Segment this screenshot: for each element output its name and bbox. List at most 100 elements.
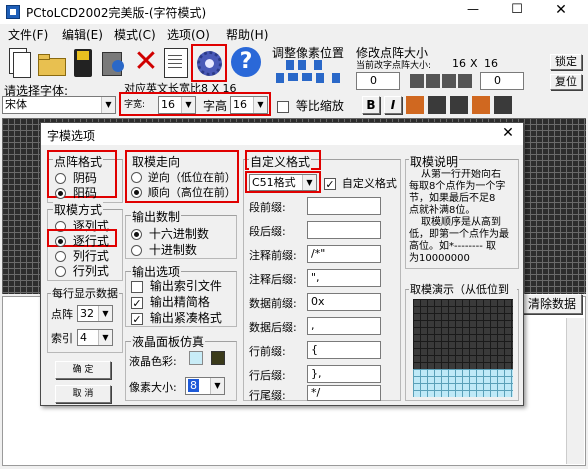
invert-icon[interactable] [494, 96, 512, 114]
bold-button[interactable]: B [362, 96, 380, 114]
height-spin-field[interactable]: 0 [480, 72, 524, 90]
save-icon[interactable] [70, 46, 96, 80]
menu-mode[interactable]: 模式(C) [114, 26, 156, 43]
format-select[interactable]: C51格式 ▼ [249, 174, 317, 191]
close-button[interactable]: ✕ [546, 2, 576, 18]
shift-left-icon[interactable] [288, 73, 298, 81]
reset-button[interactable]: 复位 [550, 74, 582, 90]
check-index-file-box[interactable] [131, 280, 143, 293]
check-tight[interactable]: 输出紧凑格式 [131, 309, 222, 326]
proportional-check[interactable] [277, 100, 289, 113]
field-input[interactable]: 0x [307, 293, 381, 311]
shift-right-icon[interactable] [302, 73, 312, 81]
field-input[interactable] [307, 197, 381, 215]
field-input[interactable]: ", [307, 269, 381, 287]
field-input[interactable]: , [307, 317, 381, 335]
open-folder-icon[interactable] [36, 46, 68, 80]
field-input[interactable] [307, 221, 381, 239]
direction-title: 取模走向 [131, 153, 182, 170]
radio-row-col[interactable]: 行列式 [55, 262, 109, 279]
chevron-down-icon: ▼ [210, 378, 224, 394]
radio-forward-dot[interactable] [131, 187, 142, 198]
new-file-icon[interactable] [4, 46, 34, 80]
radio-dec-dot[interactable] [131, 245, 142, 256]
grow-up-icon[interactable] [442, 74, 456, 88]
field-label: 注释后缀: [249, 273, 297, 286]
flip-icon[interactable] [450, 96, 468, 114]
radio-hex-dot[interactable] [131, 229, 142, 240]
delete-icon[interactable]: ✕ [132, 47, 160, 78]
field-label: 数据前缀: [249, 297, 297, 310]
rotate-left-icon[interactable] [406, 96, 424, 114]
demo-title: 取模演示（从低位到 [409, 281, 517, 297]
radio-reverse-label: 逆向（低位在前） [147, 171, 236, 184]
radio-dec[interactable]: 十进制数 [131, 241, 197, 258]
index-select[interactable]: 4 ▼ [77, 329, 113, 346]
radio-by-row-dot[interactable] [55, 236, 66, 247]
mirror-icon[interactable] [472, 96, 490, 114]
help-icon[interactable]: ? [231, 47, 261, 77]
ok-button[interactable]: 确 定 [55, 361, 111, 379]
grow-left-icon[interactable] [410, 74, 424, 88]
radio-forward[interactable]: 顺向（高位在前） [131, 184, 236, 200]
proportional-checkbox[interactable]: 等比缩放 [277, 97, 344, 114]
shift-down3-icon[interactable] [332, 73, 340, 83]
rotate-right-icon[interactable] [428, 96, 446, 114]
document-icon[interactable] [164, 48, 188, 78]
radio-positive-dot[interactable] [55, 188, 66, 199]
check-tight-box[interactable] [131, 312, 143, 325]
check-index-file[interactable]: 输出索引文件 [131, 277, 222, 294]
menu-help[interactable]: 帮助(H) [226, 26, 268, 43]
scrollbar[interactable] [566, 318, 584, 464]
pixel-size-select[interactable]: 8 ▼ [185, 377, 225, 395]
clear-data-button[interactable]: 清除数据 [522, 294, 582, 314]
check-compact-box[interactable] [131, 296, 143, 309]
cancel-button[interactable]: 取 消 [55, 385, 111, 403]
radio-positive[interactable]: 阳码 [55, 184, 97, 201]
radio-negative-dot[interactable] [55, 173, 66, 184]
desc-text: 从第一行开始向右 每取8个点作为一个字 节，如果最后不足8 点就补满8位。 取模… [409, 169, 517, 267]
radio-hex[interactable]: 十六进制数 [131, 225, 209, 242]
radio-reverse-dot[interactable] [131, 172, 142, 183]
shift-down-icon[interactable] [276, 73, 284, 83]
minimize-button[interactable]: — [458, 2, 488, 16]
menu-options[interactable]: 选项(O) [167, 26, 210, 43]
field-input[interactable]: /*" [307, 245, 381, 263]
dots-select[interactable]: 32 ▼ [77, 305, 113, 322]
font-select[interactable]: 宋体 ▼ [2, 96, 116, 114]
dialog-options: 字模选项 ✕ 点阵格式 阴码 阳码 取模方式 逐列式 逐行式 列行式 行列式 每… [40, 122, 524, 406]
height-select[interactable]: 16 ▼ [230, 96, 268, 114]
custom-format-check-box[interactable] [324, 177, 336, 190]
demo-grid-dark [413, 299, 513, 369]
width-spin-field[interactable]: 0 [356, 72, 400, 90]
field-input[interactable]: { [307, 341, 381, 359]
shift-down2-icon[interactable] [316, 73, 324, 83]
radio-reverse[interactable]: 逆向（低位在前） [131, 169, 236, 185]
shift-up3-icon[interactable] [314, 60, 322, 70]
dialog-close-button[interactable]: ✕ [497, 125, 519, 141]
custom-format-check[interactable]: 自定义格式 [324, 175, 397, 191]
lock-button[interactable]: 锁定 [550, 54, 582, 70]
shift-up-icon[interactable] [286, 60, 294, 70]
radio-row-col-dot[interactable] [55, 266, 66, 277]
save-as-icon[interactable] [98, 46, 128, 80]
maximize-button[interactable]: ☐ [502, 2, 532, 17]
options-gear-icon[interactable] [191, 44, 227, 82]
field-input[interactable]: }, [307, 365, 381, 383]
width-select[interactable]: 16 ▼ [158, 96, 196, 114]
radio-col-row-dot[interactable] [55, 251, 66, 262]
menu-file[interactable]: 文件(F) [8, 26, 48, 43]
field-label-last: 行尾缀: [249, 389, 286, 402]
grow-right-icon[interactable] [426, 74, 440, 88]
shift-up2-icon[interactable] [298, 60, 306, 70]
lcd-dark-swatch[interactable] [211, 351, 225, 365]
desc-line: 取模顺序是从高到 [421, 217, 501, 228]
italic-button[interactable]: I [384, 96, 402, 114]
radio-forward-label: 顺向（高位在前） [147, 186, 236, 199]
grow-down-icon[interactable] [458, 74, 472, 88]
lcd-light-swatch[interactable] [189, 351, 203, 365]
take-mode-title: 取模方式 [53, 201, 104, 218]
field-input-last[interactable]: */ [307, 385, 381, 401]
menu-edit[interactable]: 编辑(E) [62, 26, 103, 43]
check-compact[interactable]: 输出精简格 [131, 293, 210, 310]
